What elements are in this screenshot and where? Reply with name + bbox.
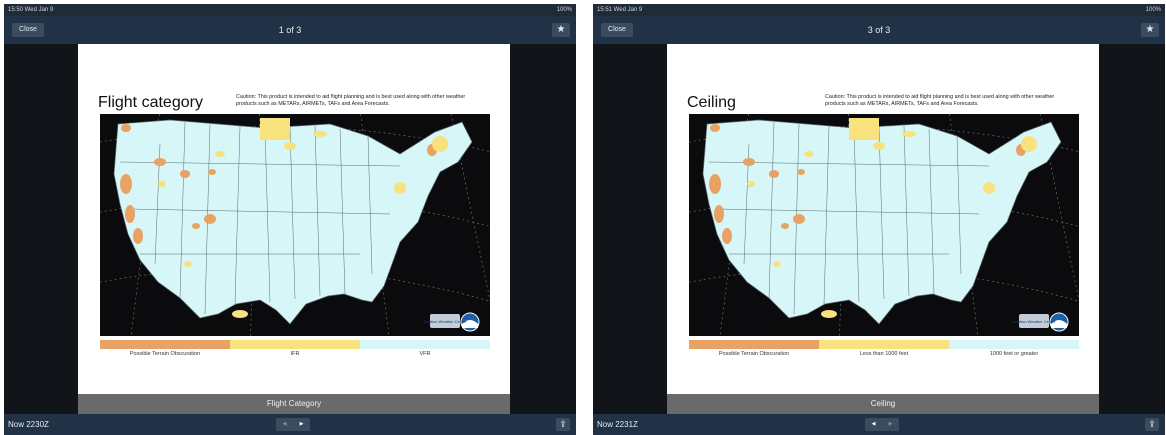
status-bar: 15:51 Wed Jan 9 100% (593, 4, 1165, 16)
status-bar: 15:50 Wed Jan 9 100% (4, 4, 576, 16)
star-icon[interactable]: ★ (552, 23, 570, 37)
product-title: Flight category (98, 94, 203, 111)
battery-indicator: 100% (1145, 7, 1161, 13)
legend-label: Possible Terrain Obscuration (718, 351, 790, 357)
battery-indicator: 100% (556, 7, 572, 13)
weather-map[interactable]: 18Z Wed 09 Jan 2019 Aviation Weather Cen… (100, 114, 490, 336)
current-time: Now 2231Z (597, 420, 638, 429)
product-panel: Ceiling Caution: This product is intende… (667, 44, 1099, 394)
product-caption: Ceiling (667, 394, 1099, 414)
map-timestamp: 18Z Wed 09 Jan 2019 (180, 329, 240, 335)
map-graphic: 18Z Wed 09 Jan 2019 Aviation Weather Cen… (100, 114, 490, 336)
map-graphic: 18Z Wed 09 Jan 2019 Aviation Weather Cen… (689, 114, 1079, 336)
legend-label: Less than 1000 feet (859, 351, 909, 357)
share-icon[interactable]: ⇪ (556, 418, 570, 431)
current-time: Now 2230Z (8, 420, 49, 429)
close-button[interactable]: Close (12, 23, 44, 37)
legend-labels: Possible Terrain Obscuration Less than 1… (689, 351, 1079, 357)
legend-label: VFR (419, 351, 431, 357)
star-icon[interactable]: ★ (1141, 23, 1159, 37)
noaa-logo: Aviation Weather Center (423, 312, 480, 332)
page-title: 3 of 3 (867, 25, 891, 35)
pager-control: ◀ ▶ (865, 418, 899, 431)
legend-swatch-high-ceiling (949, 340, 1079, 349)
legend-label: 1000 feet or greater (989, 351, 1039, 357)
caution-text: Caution: This product is intended to aid… (825, 94, 1055, 107)
legend-swatch-terrain (100, 340, 230, 349)
logo-text: Aviation Weather Center (423, 319, 467, 324)
legend-swatch-ifr (230, 340, 360, 349)
share-icon[interactable]: ⇪ (1145, 418, 1159, 431)
prev-arrow-icon[interactable]: ◀ (865, 418, 882, 431)
next-arrow-icon[interactable]: ▶ (293, 418, 310, 431)
noaa-logo: Aviation Weather Center (1012, 312, 1069, 332)
legend-swatch-low-ceiling (819, 340, 949, 349)
legend-swatch-vfr (360, 340, 490, 349)
legend-label: Possible Terrain Obscuration (129, 351, 201, 357)
product-caption: Flight Category (78, 394, 510, 414)
page-title: 1 of 3 (278, 25, 302, 35)
next-arrow-icon[interactable]: ▶ (882, 418, 899, 431)
caution-text: Caution: This product is intended to aid… (236, 94, 466, 107)
weather-map[interactable]: 18Z Wed 09 Jan 2019 Aviation Weather Cen… (689, 114, 1079, 336)
map-timestamp: 18Z Wed 09 Jan 2019 (769, 329, 829, 335)
bottom-bar: Now 2230Z ◀ ▶ ⇪ (4, 414, 576, 435)
status-time: 15:51 Wed Jan 9 (597, 7, 643, 13)
legend-bar (689, 340, 1079, 349)
legend-swatch-terrain (689, 340, 819, 349)
close-button[interactable]: Close (601, 23, 633, 37)
nav-bar: Close 1 of 3 ★ (4, 16, 576, 44)
legend-labels: Possible Terrain Obscuration IFR VFR (100, 351, 490, 357)
product-title: Ceiling (687, 94, 736, 111)
legend-bar (100, 340, 490, 349)
logo-text: Aviation Weather Center (1012, 319, 1056, 324)
status-time: 15:50 Wed Jan 9 (8, 7, 54, 13)
screen-right: 15:51 Wed Jan 9 100% Close 3 of 3 ★ Ceil… (593, 4, 1165, 435)
product-panel: Flight category Caution: This product is… (78, 44, 510, 394)
prev-arrow-icon[interactable]: ◀ (276, 418, 293, 431)
nav-bar: Close 3 of 3 ★ (593, 16, 1165, 44)
screen-left: 15:50 Wed Jan 9 100% Close 1 of 3 ★ Flig… (4, 4, 576, 435)
pager-control: ◀ ▶ (276, 418, 310, 431)
bottom-bar: Now 2231Z ◀ ▶ ⇪ (593, 414, 1165, 435)
legend-label: IFR (290, 351, 300, 357)
